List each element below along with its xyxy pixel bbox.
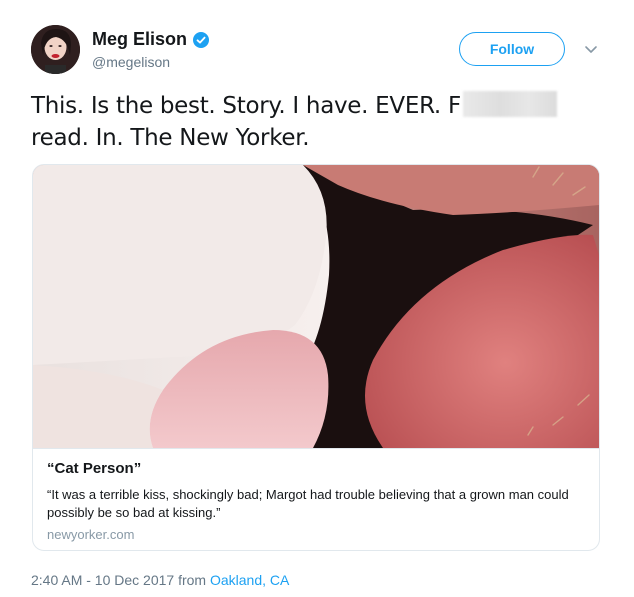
user-name-row[interactable]: Meg Elison — [92, 29, 210, 50]
avatar-photo — [31, 25, 80, 74]
tweet-text-line2: read. In. The New Yorker. — [31, 125, 310, 151]
tweet-text-line1: This. Is the best. Story. I have. EVER. … — [31, 93, 461, 119]
tweet-location-link[interactable]: Oakland, CA — [210, 572, 289, 588]
link-card[interactable]: “Cat Person” “It was a terrible kiss, sh… — [32, 164, 600, 551]
tweet-time-date[interactable]: 2:40 AM - 10 Dec 2017 from — [31, 572, 210, 588]
chevron-down-icon[interactable] — [583, 41, 599, 57]
card-description: “It was a terrible kiss, shockingly bad;… — [47, 487, 569, 520]
card-image — [33, 165, 599, 448]
verified-badge-icon — [193, 31, 210, 48]
card-meta: “Cat Person” “It was a terrible kiss, sh… — [33, 448, 599, 542]
user-name[interactable]: Meg Elison — [92, 29, 187, 50]
card-domain[interactable]: newyorker.com — [47, 527, 134, 542]
censor-blur — [462, 91, 557, 117]
follow-button[interactable]: Follow — [459, 32, 565, 66]
tweet-timestamp: 2:40 AM - 10 Dec 2017 from Oakland, CA — [31, 572, 289, 588]
user-handle[interactable]: @megelison — [92, 54, 170, 70]
tweet-text: This. Is the best. Story. I have. EVER. … — [31, 90, 611, 154]
card-title[interactable]: “Cat Person” — [47, 460, 141, 477]
avatar[interactable] — [31, 25, 80, 74]
